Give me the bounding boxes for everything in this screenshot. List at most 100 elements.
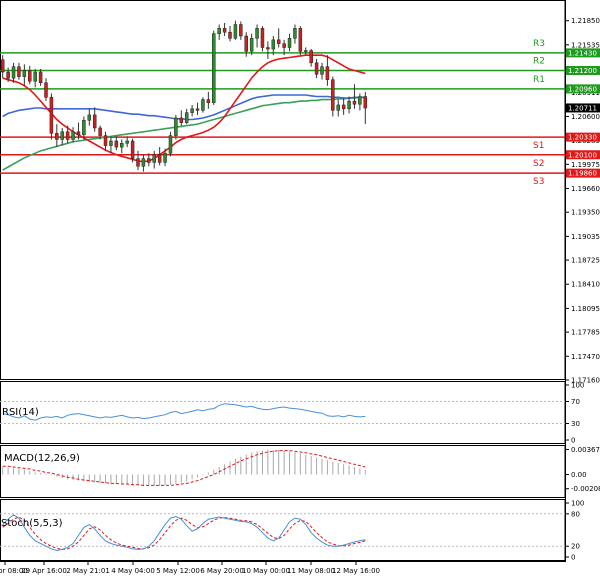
- candle-body: [0, 59, 5, 73]
- candle-body: [103, 135, 108, 146]
- candle-body: [11, 66, 16, 79]
- price-tick-label: 1.17470: [571, 353, 600, 361]
- candle-body: [287, 38, 292, 48]
- candle-body: [174, 117, 178, 136]
- candle-body: [314, 62, 319, 75]
- candle-body: [92, 114, 97, 129]
- price-tick-label: 1.19035: [571, 233, 600, 241]
- candle-body: [320, 66, 324, 75]
- candle-body: [120, 143, 124, 148]
- candle-body: [49, 97, 54, 134]
- candle-body: [228, 31, 232, 39]
- candle-body: [293, 28, 297, 39]
- candle-body: [38, 71, 43, 83]
- stoch-tick-label: 0: [571, 554, 575, 562]
- candle-body: [125, 140, 129, 144]
- candle-body: [309, 50, 313, 64]
- candle-body: [358, 96, 362, 105]
- macd-tick-label: 0.003674: [571, 446, 600, 454]
- price-tick-label: 1.19975: [571, 161, 600, 169]
- candle-body: [341, 104, 346, 110]
- candle-body: [157, 154, 162, 163]
- candle-body: [60, 131, 64, 140]
- candle-body: [363, 96, 368, 109]
- candle-body: [141, 158, 146, 167]
- candle-body: [217, 28, 221, 34]
- level-name-s2: S2: [533, 159, 544, 169]
- chart-canvas: 1.218501.215351.212151.209111.206001.202…: [0, 0, 600, 575]
- price-tick-label: 1.17785: [571, 329, 600, 337]
- candle-body: [222, 28, 227, 33]
- candle-body: [276, 39, 281, 44]
- stoch-tick-label: 20: [571, 543, 580, 551]
- candle-body: [136, 158, 140, 167]
- candle-body: [87, 114, 92, 121]
- candle-body: [55, 133, 59, 140]
- macd-tick-label: -0.002086: [571, 485, 600, 493]
- candle-body: [109, 140, 113, 146]
- candle-body: [76, 131, 81, 136]
- level-price-label: 1.20100: [568, 151, 597, 159]
- candle-body: [152, 154, 156, 163]
- level-name-r3: R3: [533, 39, 545, 49]
- time-tick-label: 5 May 12:00: [156, 567, 200, 575]
- candle-body: [82, 120, 86, 136]
- candle-body: [212, 33, 216, 103]
- price-tick-label: 1.18725: [571, 257, 600, 265]
- price-tick-label: 1.18410: [571, 281, 600, 289]
- macd-tick-label: 0.00: [571, 471, 587, 479]
- candle-body: [239, 24, 243, 37]
- candle-body: [195, 108, 200, 111]
- time-tick-label: 2 May 21:01: [66, 567, 110, 575]
- candle-body: [65, 131, 70, 140]
- time-tick-label: 12 May 16:00: [332, 567, 380, 575]
- rsi-line: [2, 403, 366, 421]
- candle-body: [98, 127, 102, 136]
- price-tick-label: 1.19350: [571, 209, 600, 217]
- price-tick-label: 1.19660: [571, 185, 600, 193]
- time-tick-label: 6 May 20:00: [200, 567, 244, 575]
- rsi-title: RSI(14): [2, 407, 39, 418]
- candle-body: [249, 38, 254, 52]
- pane-frame-macd: [0, 445, 566, 498]
- price-tick-label: 1.21535: [571, 41, 600, 49]
- candle-body: [255, 28, 259, 39]
- candle-body: [271, 39, 276, 50]
- candle-body: [233, 24, 238, 39]
- candle-body: [28, 70, 32, 82]
- stoch-tick-label: 80: [571, 510, 580, 518]
- level-price-label: 1.19860: [568, 170, 597, 178]
- level-name-s3: S3: [533, 177, 544, 187]
- level-price-label: 1.21200: [568, 67, 597, 75]
- candle-body: [352, 100, 357, 105]
- price-tick-label: 1.18095: [571, 305, 600, 313]
- level-name-s1: S1: [533, 141, 544, 151]
- last-price-label: 1.20711: [568, 104, 597, 112]
- time-tick-label: 11 May 08:00: [287, 567, 335, 575]
- pane-frame-rsi: [0, 381, 566, 444]
- candle-body: [282, 43, 286, 48]
- candle-body: [71, 131, 75, 140]
- time-tick-label: 4 May 04:00: [111, 567, 155, 575]
- pane-frame-main: [0, 0, 566, 380]
- macd-title: MACD(12,26,9): [4, 453, 80, 464]
- candle-body: [163, 152, 167, 163]
- price-tick-label: 1.20600: [571, 113, 600, 121]
- candle-body: [266, 47, 270, 50]
- level-name-r1: R1: [533, 75, 545, 85]
- candle-body: [201, 99, 205, 111]
- level-name-r2: R2: [533, 56, 545, 66]
- candle-body: [260, 28, 265, 48]
- ma-mid-line: [2, 94, 366, 121]
- candle-body: [114, 140, 119, 148]
- candle-body: [331, 79, 335, 111]
- candle-body: [147, 158, 151, 163]
- candle-body: [304, 50, 308, 52]
- level-price-label: 1.20960: [568, 85, 597, 93]
- candle-body: [17, 66, 21, 77]
- rsi-tick-label: 70: [571, 398, 580, 406]
- level-price-label: 1.20330: [568, 134, 597, 142]
- stoch-title: Stoch(5,5,3): [1, 518, 63, 529]
- candle-body: [179, 117, 184, 123]
- candle-body: [168, 135, 173, 154]
